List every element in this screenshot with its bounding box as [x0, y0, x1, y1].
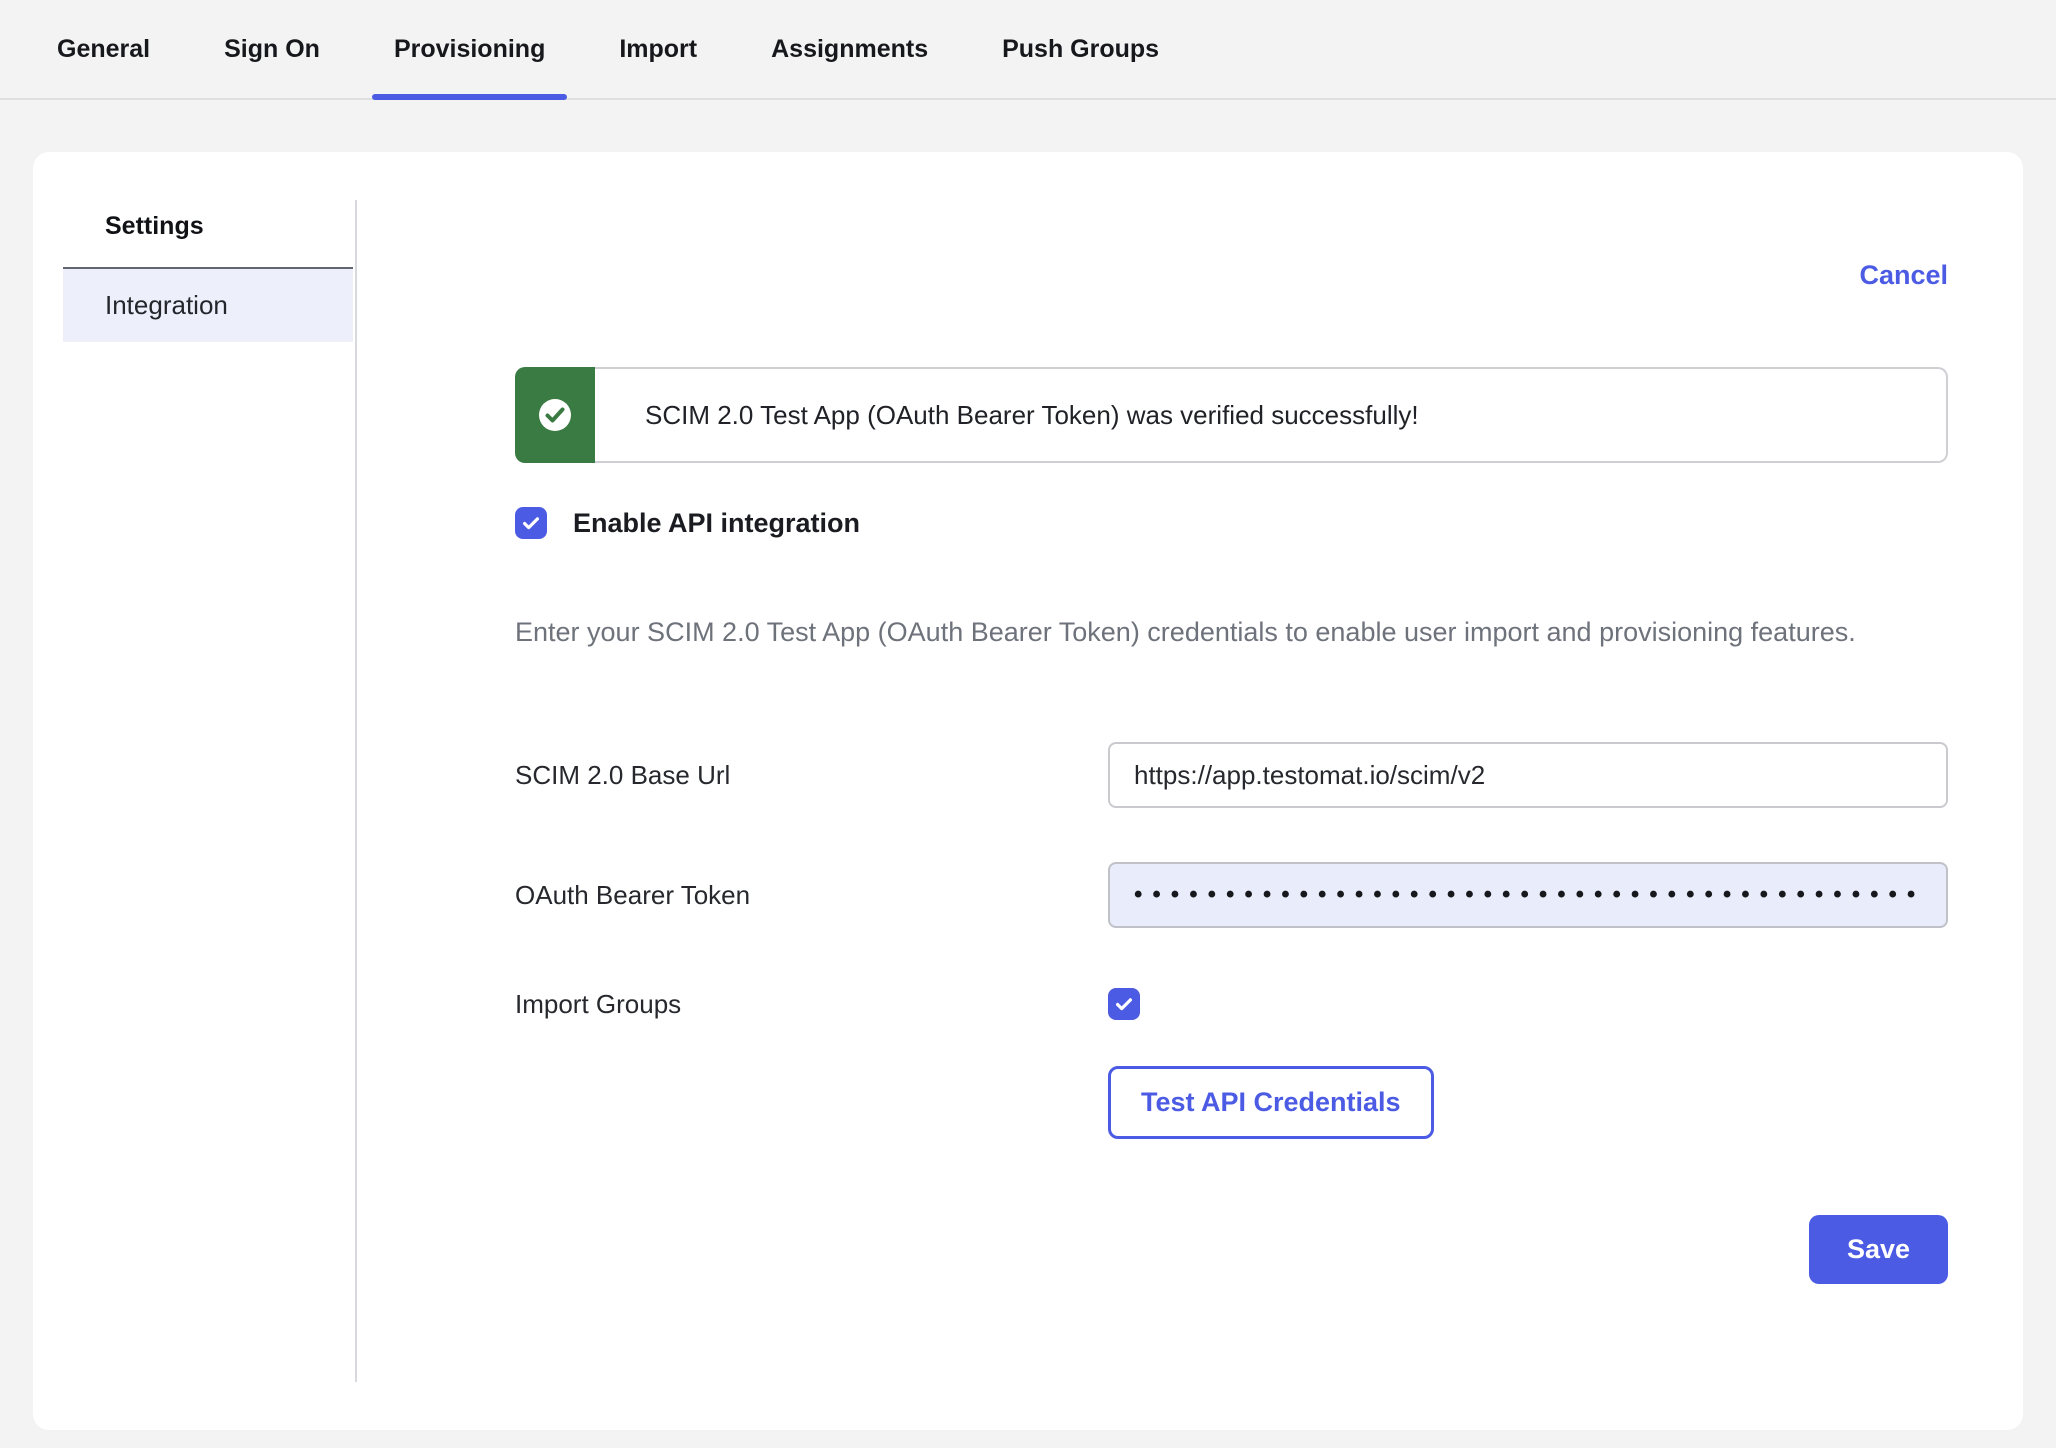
- scim-base-url-row: SCIM 2.0 Base Url: [515, 742, 1948, 808]
- test-api-credentials-button[interactable]: Test API Credentials: [1108, 1066, 1434, 1139]
- sidebar-item-integration[interactable]: Integration: [63, 269, 353, 342]
- oauth-token-label: OAuth Bearer Token: [515, 880, 1108, 911]
- scim-base-url-label: SCIM 2.0 Base Url: [515, 760, 1108, 791]
- cancel-link[interactable]: Cancel: [1859, 260, 1948, 291]
- check-circle-icon: [515, 367, 595, 463]
- tab-sign-on[interactable]: Sign On: [224, 0, 320, 98]
- sidebar: Settings Integration: [63, 200, 353, 1382]
- tab-general[interactable]: General: [57, 0, 150, 98]
- alert-message: SCIM 2.0 Test App (OAuth Bearer Token) w…: [595, 367, 1948, 463]
- integration-settings-panel: Cancel SCIM 2.0 Test App (OAuth Bearer T…: [357, 200, 1948, 1382]
- tab-provisioning[interactable]: Provisioning: [394, 0, 545, 98]
- save-row: Save: [515, 1215, 1948, 1284]
- import-groups-row: Import Groups: [515, 988, 1948, 1020]
- enable-api-label: Enable API integration: [573, 508, 860, 539]
- oauth-token-input[interactable]: [1108, 862, 1948, 928]
- save-button[interactable]: Save: [1809, 1215, 1948, 1284]
- credentials-description: Enter your SCIM 2.0 Test App (OAuth Bear…: [515, 613, 1895, 652]
- oauth-token-row: OAuth Bearer Token: [515, 862, 1948, 928]
- tab-assignments[interactable]: Assignments: [771, 0, 928, 98]
- tab-bar: General Sign On Provisioning Import Assi…: [0, 0, 2056, 100]
- enable-api-row: Enable API integration: [515, 507, 1948, 539]
- success-alert: SCIM 2.0 Test App (OAuth Bearer Token) w…: [515, 367, 1948, 463]
- import-groups-checkbox[interactable]: [1108, 988, 1140, 1020]
- scim-base-url-input[interactable]: [1108, 742, 1948, 808]
- import-groups-label: Import Groups: [515, 989, 1108, 1020]
- test-credentials-row: Test API Credentials: [515, 1066, 1948, 1139]
- enable-api-checkbox[interactable]: [515, 507, 547, 539]
- tab-import[interactable]: Import: [619, 0, 697, 98]
- tab-push-groups[interactable]: Push Groups: [1002, 0, 1159, 98]
- cancel-row: Cancel: [515, 260, 1948, 291]
- provisioning-card: Settings Integration Cancel SCIM 2.0 Tes…: [33, 152, 2023, 1430]
- sidebar-heading-settings: Settings: [63, 212, 353, 269]
